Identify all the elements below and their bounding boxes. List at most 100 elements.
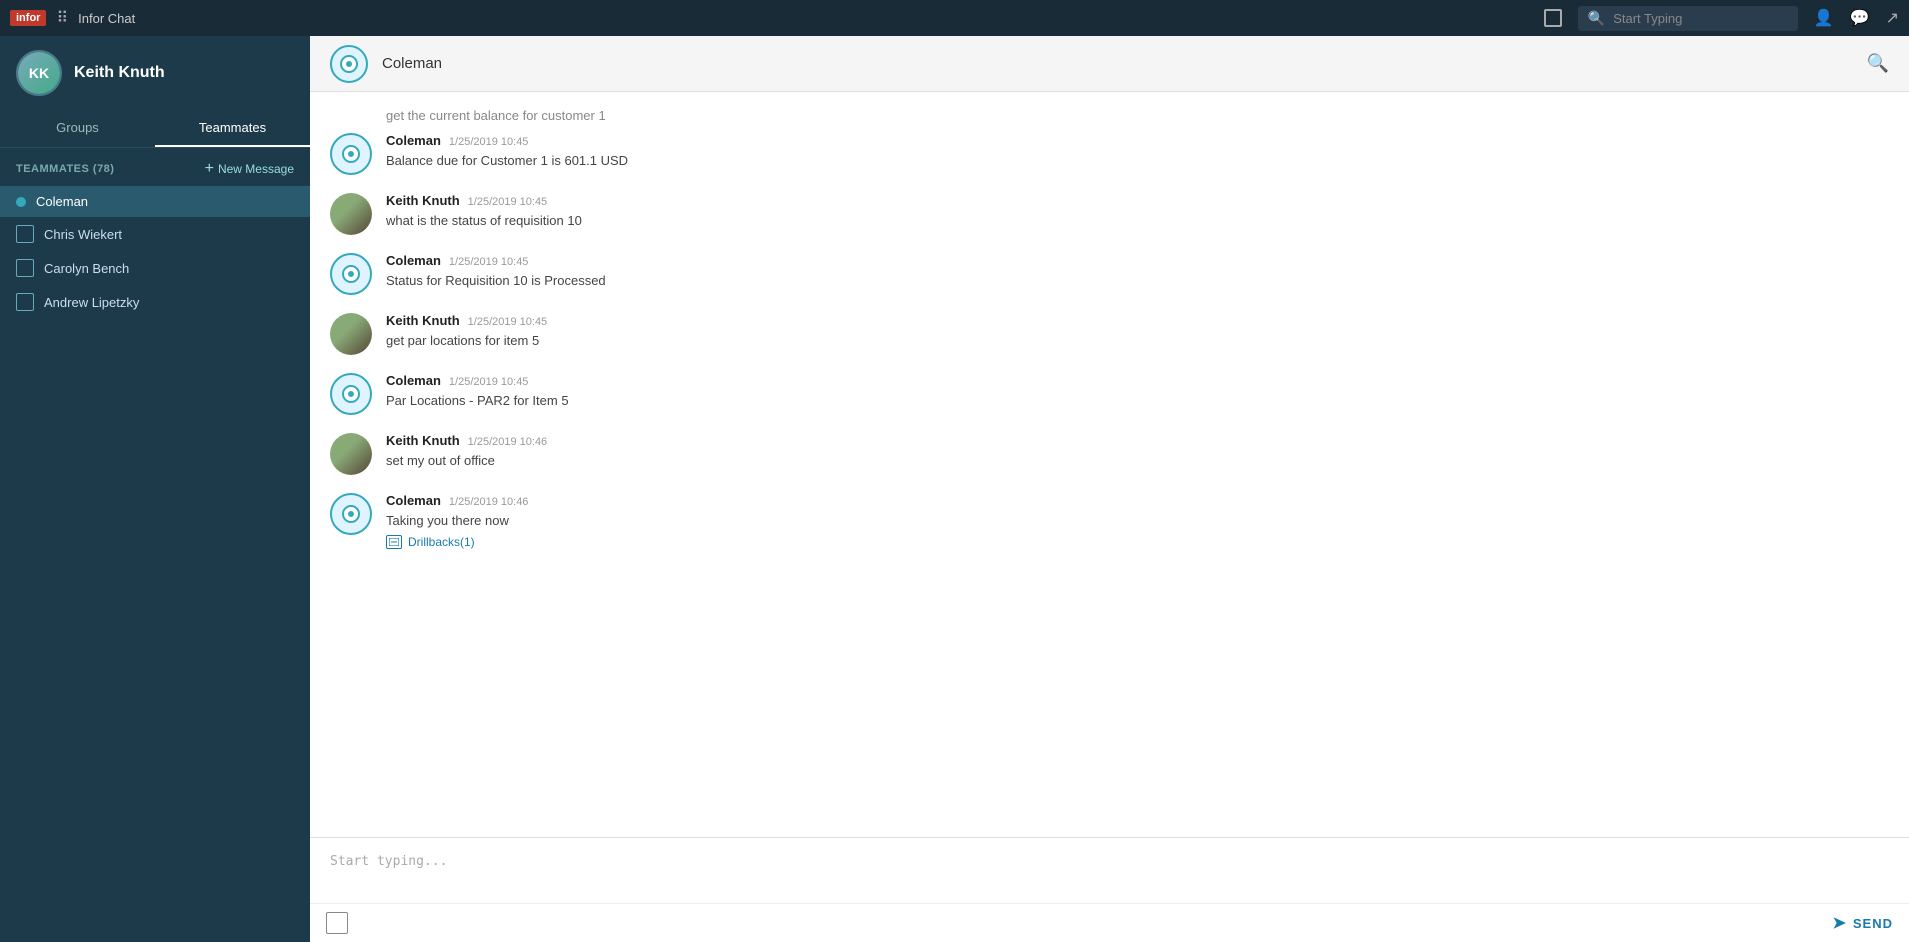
send-button[interactable]: ➤ SEND xyxy=(1832,913,1893,933)
message-content-3: Coleman 1/25/2019 10:45 Status for Requi… xyxy=(386,253,1889,291)
attachment-icon[interactable] xyxy=(326,912,348,934)
message-row: Coleman 1/25/2019 10:45 Par Locations - … xyxy=(330,373,1889,415)
new-message-label: New Message xyxy=(218,162,294,176)
top-navigation: infor ⠿ Infor Chat 🔍 👤 💬 ↗ xyxy=(0,0,1909,36)
send-arrow-icon: ➤ xyxy=(1832,913,1846,933)
bot-ring-msg3 xyxy=(342,265,360,283)
truncated-message: get the current balance for customer 1 xyxy=(330,102,1889,133)
chat-contact-name: Coleman xyxy=(382,55,442,72)
message-time-2: 1/25/2019 10:45 xyxy=(468,196,548,208)
message-content-6: Keith Knuth 1/25/2019 10:46 set my out o… xyxy=(386,433,1889,471)
drillback-icon xyxy=(386,535,402,549)
message-time-1: 1/25/2019 10:45 xyxy=(449,136,529,148)
contacts-list: Coleman Chris Wiekert Carolyn Bench Andr… xyxy=(0,186,310,319)
bot-avatar-msg7 xyxy=(330,493,372,535)
message-time-4: 1/25/2019 10:45 xyxy=(468,316,548,328)
bot-ring-msg5 xyxy=(342,385,360,403)
infor-logo: infor xyxy=(10,10,46,26)
search-input[interactable] xyxy=(1613,11,1773,26)
user-photo-msg6 xyxy=(330,433,372,475)
bot-avatar-msg5 xyxy=(330,373,372,415)
input-toolbar: ➤ SEND xyxy=(310,903,1909,942)
chat-search-icon[interactable]: 🔍 xyxy=(1867,53,1889,74)
message-sender-2: Keith Knuth xyxy=(386,193,460,208)
contact-name-carolyn: Carolyn Bench xyxy=(44,261,129,276)
messages-container: get the current balance for customer 1 C… xyxy=(310,92,1909,837)
message-content-2: Keith Knuth 1/25/2019 10:45 what is the … xyxy=(386,193,1889,231)
message-text-3: Status for Requisition 10 is Processed xyxy=(386,271,1889,291)
message-header-6: Keith Knuth 1/25/2019 10:46 xyxy=(386,433,1889,448)
bot-ring-msg7 xyxy=(342,505,360,523)
search-icon: 🔍 xyxy=(1588,10,1605,27)
bot-dot-msg3 xyxy=(348,271,354,277)
user-photo-msg2 xyxy=(330,193,372,235)
tab-groups[interactable]: Groups xyxy=(0,110,155,147)
main-layout: KK Keith Knuth Groups Teammates TEAMMATE… xyxy=(0,36,1909,942)
grid-icon[interactable]: ⠿ xyxy=(56,8,68,28)
chat-contact-avatar xyxy=(330,45,368,83)
contact-name-chris: Chris Wiekert xyxy=(44,227,122,242)
message-content-7: Coleman 1/25/2019 10:46 Taking you there… xyxy=(386,493,1889,549)
message-row: Keith Knuth 1/25/2019 10:45 what is the … xyxy=(330,193,1889,235)
sidebar-item-chris[interactable]: Chris Wiekert xyxy=(0,217,310,251)
message-content-1: Coleman 1/25/2019 10:45 Balance due for … xyxy=(386,133,1889,171)
message-sender-3: Coleman xyxy=(386,253,441,268)
message-header-1: Coleman 1/25/2019 10:45 xyxy=(386,133,1889,148)
message-text-7: Taking you there now xyxy=(386,511,1889,531)
bot-avatar-dot xyxy=(346,61,352,67)
message-sender-6: Keith Knuth xyxy=(386,433,460,448)
active-dot-icon xyxy=(16,197,26,207)
square-nav-icon[interactable] xyxy=(1544,9,1562,27)
chat-input-area: ➤ SEND xyxy=(310,837,1909,942)
bot-avatar-msg3 xyxy=(330,253,372,295)
teammates-count-label: TEAMMATES (78) xyxy=(16,163,114,175)
sidebar-item-andrew[interactable]: Andrew Lipetzky xyxy=(0,285,310,319)
chat-header: Coleman 🔍 xyxy=(310,36,1909,92)
chat-box-icon-carolyn xyxy=(16,259,34,277)
user-photo-msg4 xyxy=(330,313,372,355)
bot-dot-msg1 xyxy=(348,151,354,157)
message-time-7: 1/25/2019 10:46 xyxy=(449,496,529,508)
user-avatar-msg6 xyxy=(330,433,372,475)
bot-dot-msg5 xyxy=(348,391,354,397)
message-row: Coleman 1/25/2019 10:46 Taking you there… xyxy=(330,493,1889,549)
chat-box-icon-andrew xyxy=(16,293,34,311)
message-row: Coleman 1/25/2019 10:45 Status for Requi… xyxy=(330,253,1889,295)
sidebar-item-carolyn[interactable]: Carolyn Bench xyxy=(0,251,310,285)
drillback-link[interactable]: Drillbacks(1) xyxy=(386,535,475,549)
message-sender-1: Coleman xyxy=(386,133,441,148)
message-header-4: Keith Knuth 1/25/2019 10:45 xyxy=(386,313,1889,328)
bot-dot-msg7 xyxy=(348,511,354,517)
message-header-2: Keith Knuth 1/25/2019 10:45 xyxy=(386,193,1889,208)
nav-left: infor ⠿ Infor Chat xyxy=(10,8,135,28)
chat-area: Coleman 🔍 get the current balance for cu… xyxy=(310,36,1909,942)
drillback-text: Drillbacks(1) xyxy=(408,535,475,549)
send-label: SEND xyxy=(1853,916,1893,931)
sidebar-item-coleman[interactable]: Coleman xyxy=(0,186,310,217)
share-icon[interactable]: ↗ xyxy=(1886,8,1899,28)
contact-name-coleman: Coleman xyxy=(36,194,88,209)
truncated-text: get the current balance for customer 1 xyxy=(386,108,606,123)
message-text-5: Par Locations - PAR2 for Item 5 xyxy=(386,391,1889,411)
message-time-5: 1/25/2019 10:45 xyxy=(449,376,529,388)
chat-header-left: Coleman xyxy=(330,45,442,83)
message-header-5: Coleman 1/25/2019 10:45 xyxy=(386,373,1889,388)
message-sender-7: Coleman xyxy=(386,493,441,508)
chat-input[interactable] xyxy=(310,838,1909,900)
sidebar: KK Keith Knuth Groups Teammates TEAMMATE… xyxy=(0,36,310,942)
message-content-5: Coleman 1/25/2019 10:45 Par Locations - … xyxy=(386,373,1889,411)
message-header-3: Coleman 1/25/2019 10:45 xyxy=(386,253,1889,268)
global-search[interactable]: 🔍 xyxy=(1578,6,1798,31)
nav-right: 🔍 👤 💬 ↗ xyxy=(1544,6,1899,31)
chat-icon[interactable]: 💬 xyxy=(1850,8,1870,28)
user-icon[interactable]: 👤 xyxy=(1814,8,1834,28)
tab-teammates[interactable]: Teammates xyxy=(155,110,310,147)
plus-icon: + xyxy=(205,160,214,178)
new-message-button[interactable]: + New Message xyxy=(205,160,294,178)
sidebar-tabs: Groups Teammates xyxy=(0,110,310,148)
message-content-4: Keith Knuth 1/25/2019 10:45 get par loca… xyxy=(386,313,1889,351)
message-row: Coleman 1/25/2019 10:45 Balance due for … xyxy=(330,133,1889,175)
message-text-1: Balance due for Customer 1 is 601.1 USD xyxy=(386,151,1889,171)
message-row: Keith Knuth 1/25/2019 10:46 set my out o… xyxy=(330,433,1889,475)
user-avatar-msg4 xyxy=(330,313,372,355)
